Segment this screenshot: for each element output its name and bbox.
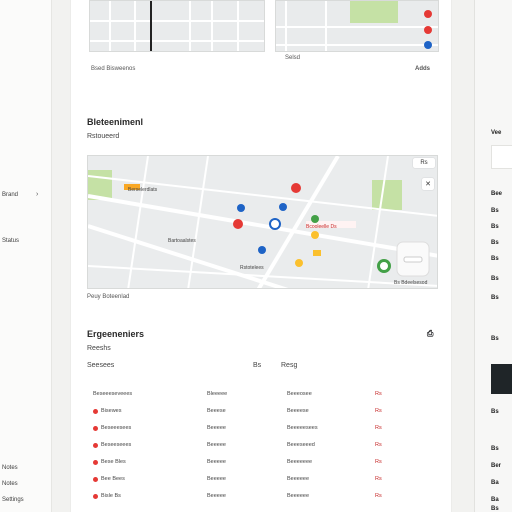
table-row[interactable]: Beseeesees Beeeee Beeeeesees Rs: [71, 425, 453, 442]
cell-detail: Beeeeee: [287, 493, 310, 499]
main-content: Bsed Bisweenos Selsd Adds Bleteenimenl R…: [70, 0, 452, 512]
filter-icon[interactable]: Bs: [253, 362, 261, 369]
cell-status: Rs: [375, 425, 382, 431]
cell-name: Beseeseees: [101, 442, 132, 448]
cell-detail: Beeeeesees: [287, 425, 318, 431]
right-rail-item[interactable]: Ba: [491, 497, 499, 503]
cell-name: Bee Bees: [101, 476, 125, 482]
status-dot-icon: [93, 426, 98, 431]
map-attribution: Bs Bdeelsesod: [394, 280, 428, 286]
table-row[interactable]: Bese Bles Beeeee Beeeeeee Rs: [71, 459, 453, 476]
cell-type: Beeeee: [207, 476, 226, 482]
top-map-right[interactable]: [275, 0, 439, 52]
right-rail-item[interactable]: Bs: [491, 409, 499, 415]
cell-type: Beeeee: [207, 493, 226, 499]
right-sidebar: Vee Bee Bs Bs Bs Bs Bs Bs Bs Bs Bs Ber Ba Ba Bs: [474, 0, 512, 512]
add-link[interactable]: Adds: [415, 66, 430, 72]
cell-status: Rs: [375, 493, 382, 499]
sidebar-item-notes[interactable]: Notes: [2, 465, 18, 471]
cell-name: Bisewes: [101, 408, 122, 414]
right-rail-item[interactable]: Bs: [491, 208, 499, 214]
right-rail-item[interactable]: Bs: [491, 240, 499, 246]
filter-label: Seesees: [87, 362, 115, 369]
right-rail-item[interactable]: Bs: [491, 295, 499, 301]
map-roads: [276, 1, 438, 51]
cell-status: Rs: [375, 476, 382, 482]
cell-name: Bisle Bs: [101, 493, 121, 499]
map-label-1: Berselerdlats: [128, 187, 158, 193]
table-row[interactable]: Bisle Bs Beeeee Beeeeee Rs: [71, 493, 453, 510]
filter-select[interactable]: Resg: [281, 362, 297, 369]
recent-subtitle: Reeshs: [87, 345, 111, 352]
cell-name: Beseeeseveees: [93, 391, 133, 397]
right-rail-item[interactable]: Bs: [491, 276, 499, 282]
directions-caption: Peuy Boteenlad: [87, 294, 130, 300]
chevron-down-icon[interactable]: ›: [36, 191, 38, 198]
directions-title: Bleteenimenl: [87, 117, 144, 127]
right-rail-item[interactable]: Ber: [491, 463, 501, 469]
status-dot-icon: [93, 443, 98, 448]
close-icon[interactable]: ✕: [422, 178, 434, 190]
cell-detail: Beeeosee: [287, 391, 312, 397]
sidebar-item-brand[interactable]: Brand: [2, 192, 18, 198]
cell-name: Bese Bles: [101, 459, 126, 465]
sidebar-item-settings[interactable]: Settings: [2, 497, 24, 503]
right-rail-item[interactable]: Bs: [491, 256, 499, 262]
right-rail-item[interactable]: Bee: [491, 191, 502, 197]
status-dot-icon: [93, 460, 98, 465]
cell-type: Beeeee: [207, 425, 226, 431]
status-dot-icon: [93, 494, 98, 499]
cell-detail: Beeeeeee: [287, 459, 313, 465]
cell-detail: Beeeese: [287, 408, 309, 414]
top-map-left[interactable]: [89, 0, 265, 52]
right-rail-item[interactable]: Vee: [491, 130, 501, 136]
table-row[interactable]: Bee Bees Beeeee Beeeeee Rs: [71, 476, 453, 493]
table-row[interactable]: Bisewes Beeese Beeeese Rs: [71, 408, 453, 425]
top-map-caption: Bsed Bisweenos: [91, 66, 136, 72]
status-dot-icon: [93, 477, 98, 482]
right-rail-item[interactable]: Bs: [491, 336, 499, 342]
right-rail-card: [491, 145, 512, 169]
sidebar-item-status[interactable]: Status: [2, 238, 19, 244]
cell-status: Rs: [375, 442, 382, 448]
directions-map[interactable]: Rs ✕ Berselerdlats Bcooleelle Ds Bartoaa…: [87, 155, 438, 289]
sidebar-item-notes-2[interactable]: Notes: [2, 481, 18, 487]
left-sidebar: Brand › Status Notes Notes Settings: [0, 0, 52, 512]
cell-type: Beeese: [207, 408, 226, 414]
directions-subtitle: Rstoueerd: [87, 133, 120, 140]
map-zoom-label[interactable]: Rs: [413, 158, 435, 168]
cell-status: Rs: [375, 391, 382, 397]
cell-detail: Beeeeee: [287, 476, 310, 482]
status-dot-icon: [93, 409, 98, 414]
cell-type: Beeeee: [207, 442, 226, 448]
print-icon[interactable]: ⎙: [427, 329, 433, 339]
map-roads: [90, 1, 264, 51]
map-label-3: Bartoaalstes: [168, 238, 196, 244]
map-label-4: Rstotelees: [240, 265, 264, 271]
cell-status: Rs: [375, 408, 382, 414]
right-rail-item[interactable]: Ba: [491, 480, 499, 486]
right-rail-item[interactable]: Bs: [491, 446, 499, 452]
cell-name: Beseeesees: [101, 425, 132, 431]
table-row[interactable]: Beseeeseveees Bleeeee Beeeosee Rs: [71, 391, 453, 408]
recent-title: Ergeeneniers: [87, 329, 145, 339]
table-row[interactable]: Beseeseees Beeeee Beeeseeed Rs: [71, 442, 453, 459]
cell-type: Beeeee: [207, 459, 226, 465]
right-rail-item[interactable]: Bs: [491, 224, 499, 230]
map-label-2: Bcooleelle Ds: [306, 224, 337, 230]
cell-status: Rs: [375, 459, 382, 465]
right-rail-item[interactable]: Bs: [491, 506, 499, 512]
cell-type: Bleeeee: [207, 391, 228, 397]
cell-detail: Beeeseeed: [287, 442, 315, 448]
right-rail-thumbnail[interactable]: [491, 364, 512, 394]
top-map-right-caption: Selsd: [285, 55, 301, 61]
